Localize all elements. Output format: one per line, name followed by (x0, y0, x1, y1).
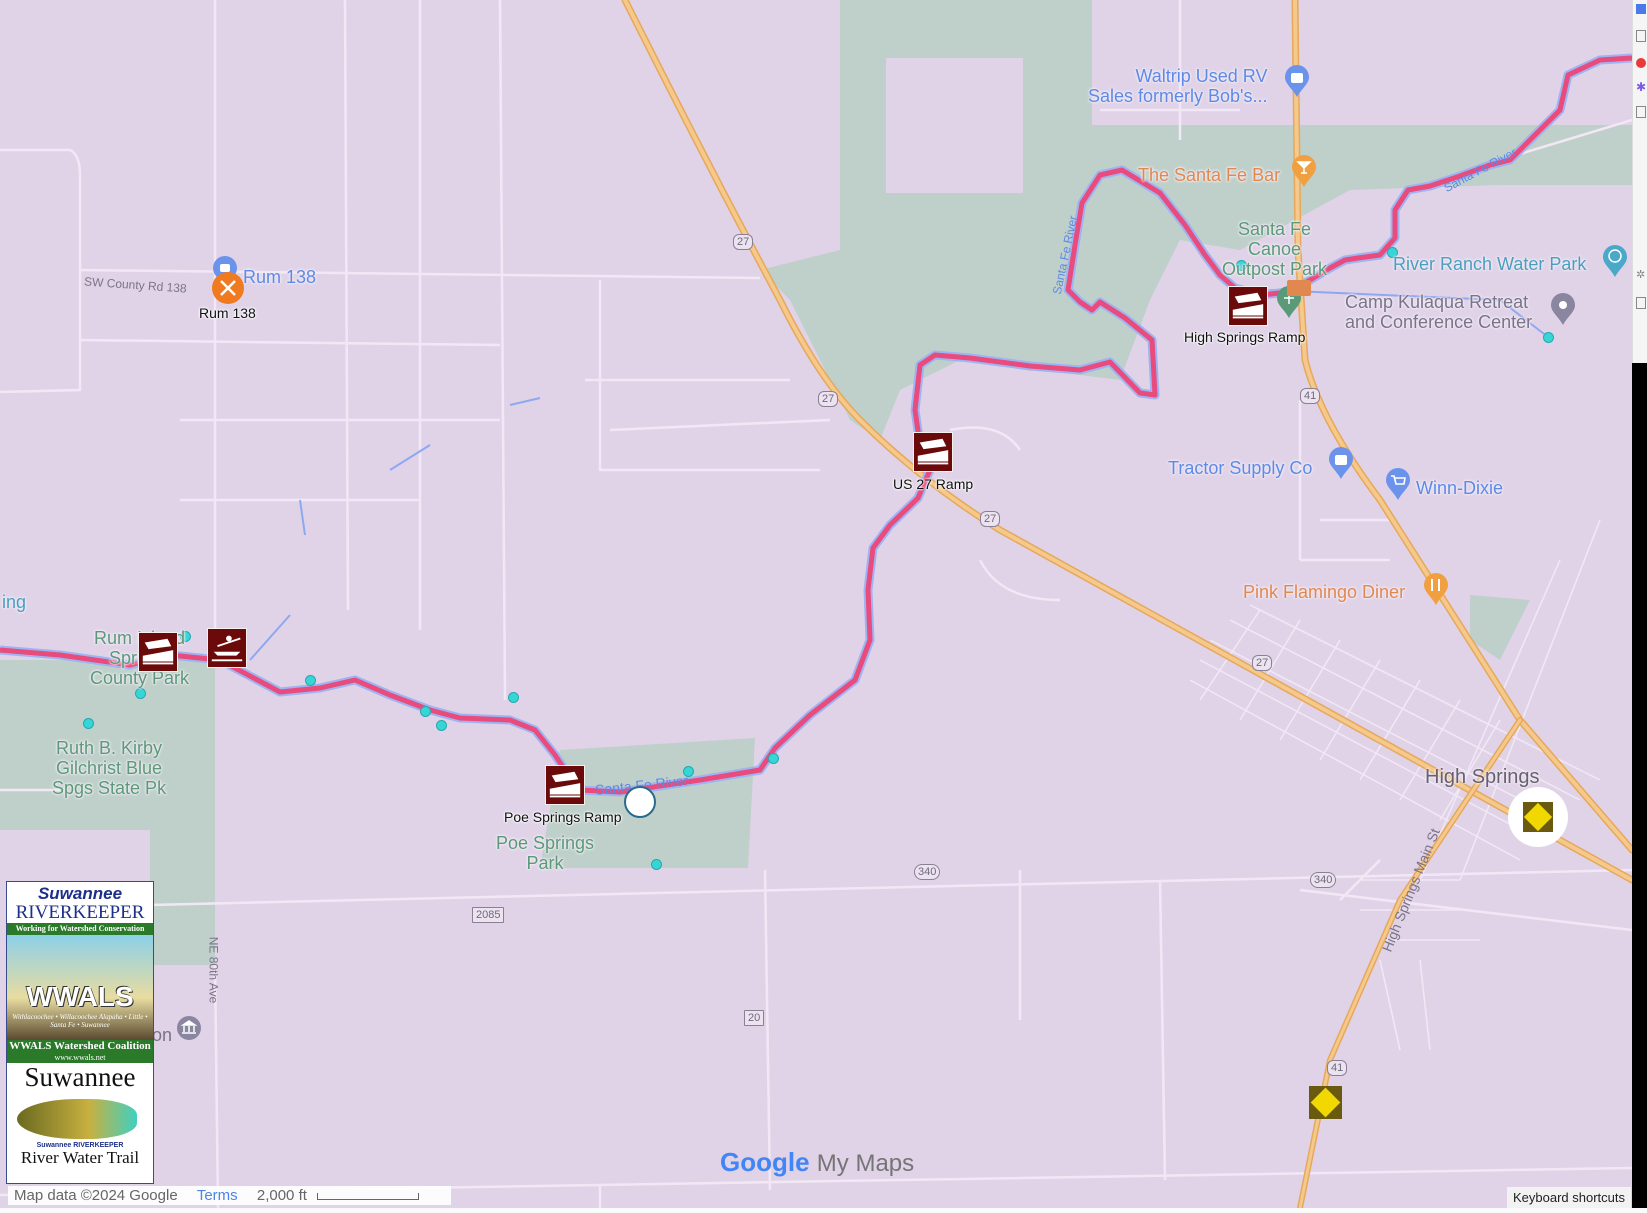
route-marker-us27-ramp[interactable] (913, 432, 953, 472)
warning-sign-icon[interactable] (1309, 1086, 1342, 1119)
place-label-partial: ing (2, 592, 27, 612)
checkbox-icon[interactable] (1636, 30, 1646, 42)
shopping-pin-icon[interactable] (1328, 446, 1354, 480)
spring-dot[interactable] (1543, 332, 1554, 343)
place-label-partial: on (152, 1025, 173, 1045)
camping-marker-icon[interactable] (624, 786, 656, 818)
government-pin-icon[interactable] (176, 1015, 202, 1049)
route-marker-label: Rum 138 (199, 305, 256, 321)
place-label-pink-flamingo[interactable]: Pink Flamingo Diner (1243, 582, 1405, 602)
kayak-icon (211, 635, 243, 662)
highway-shield-us27: 27 (980, 511, 1001, 527)
route-marker-label: Poe Springs Ramp (504, 809, 622, 825)
map-data-attribution: Map data ©2024 Google (14, 1187, 178, 1204)
logo-coalition: WWALS Watershed Coalition www.wwals.net (7, 1040, 153, 1063)
logo-riverkeeper: RIVERKEEPER (15, 902, 145, 923)
route-marker-rum-138[interactable] (212, 272, 244, 304)
spring-dot[interactable] (83, 718, 94, 729)
spring-dot[interactable] (651, 859, 662, 870)
place-label-tractor-supply[interactable]: Tractor Supply Co (1168, 458, 1312, 478)
warning-sign-icon (1523, 802, 1553, 832)
place-label-winn-dixie[interactable]: Winn-Dixie (1416, 478, 1503, 498)
spring-dot[interactable] (436, 720, 447, 731)
spring-dot[interactable] (135, 688, 146, 699)
spring-dot[interactable] (420, 706, 431, 717)
highway-shield-cr2085: 2085 (472, 907, 505, 923)
shopping-pin-icon[interactable] (1284, 64, 1310, 98)
road-label-ne-80th: NE 80th Ave (206, 936, 221, 1004)
place-label-rum-138[interactable]: Rum 138 (243, 267, 316, 287)
highway-shield-us27: 27 (1252, 655, 1273, 671)
boat-ramp-icon (917, 438, 949, 465)
spring-dot[interactable] (305, 675, 316, 686)
checkbox-icon[interactable] (1636, 106, 1646, 118)
bar-pin-icon[interactable] (1291, 154, 1317, 188)
boat-ramp-icon (549, 771, 581, 798)
route-marker-kayak-launch[interactable] (207, 628, 247, 668)
highway-shield-us27: 27 (818, 391, 839, 407)
panel-icon[interactable] (1636, 4, 1646, 14)
layer-style-icon[interactable]: ✱ (1636, 81, 1646, 93)
spring-dot[interactable] (768, 753, 779, 764)
logo-tagline: Working for Watershed Conservation (7, 923, 153, 935)
highway-shield-cr20: 20 (744, 1010, 765, 1026)
logo-trail-subtitle: River Water Trail (20, 1148, 140, 1167)
keyboard-shortcuts-button[interactable]: Keyboard shortcuts (1506, 1187, 1631, 1208)
terms-link[interactable]: Terms (197, 1187, 238, 1204)
scale-label[interactable]: 2,000 ft (257, 1187, 307, 1204)
spring-dot[interactable] (508, 692, 519, 703)
logo-bass-image: Suwannee RIVERKEEPER (7, 1091, 153, 1149)
route-marker-label: High Springs Ramp (1184, 329, 1306, 345)
route-marker-label: US 27 Ramp (893, 476, 974, 492)
route-marker-high-springs-ramp[interactable] (1228, 286, 1268, 326)
logo-title: Suwannee (37, 884, 123, 903)
boat-ramp-icon (1232, 292, 1264, 319)
place-label-santa-fe-bar[interactable]: The Santa Fe Bar (1138, 165, 1280, 185)
highway-shield-us41: 41 (1327, 1060, 1348, 1076)
paddle-icon (220, 280, 236, 296)
map-attribution-bar: Map data ©2024 Google Terms 2,000 ft (8, 1186, 451, 1205)
warning-marker[interactable] (1508, 787, 1568, 847)
bridge-icon (1287, 280, 1311, 296)
place-label-camp-kulaqua[interactable]: Camp Kulaqua Retreat and Conference Cent… (1345, 292, 1532, 332)
window-bottom-edge (0, 1208, 1647, 1213)
map-canvas[interactable]: 27 27 27 27 41 41 340 340 2085 20 SW Cou… (0, 0, 1632, 1208)
boat-ramp-icon (142, 638, 174, 665)
map-base-layer (0, 0, 1632, 1208)
place-label-waltrip[interactable]: Waltrip Used RV Sales formerly Bob's... (1088, 66, 1268, 106)
wwals-logo[interactable]: Suwannee RIVERKEEPER Working for Watersh… (6, 881, 154, 1184)
highway-shield-us41: 41 (1300, 388, 1321, 404)
scale-bar[interactable] (317, 1192, 420, 1200)
place-label-canoe-outpost[interactable]: Santa Fe Canoe Outpost Park (1222, 219, 1327, 279)
logo-heron-image: WWALS Withlacoochee • Willacoochee Alapa… (7, 935, 153, 1040)
logo-trail-title: Suwannee (24, 1062, 136, 1092)
highway-shield-sr340: 340 (1310, 872, 1337, 888)
place-label-ruth-kirby[interactable]: Ruth B. Kirby Gilchrist Blue Spgs State … (52, 738, 166, 798)
place-pin-icon[interactable] (1550, 292, 1576, 326)
google-my-maps-logo: Google My Maps (720, 1147, 915, 1177)
place-label-river-ranch[interactable]: River Ranch Water Park (1393, 254, 1586, 274)
route-marker-rum-island-ramp[interactable] (138, 632, 178, 672)
checkbox-icon[interactable] (1636, 297, 1646, 309)
collapsed-side-panel[interactable]: ✱ ✲ (1632, 0, 1647, 363)
highway-shield-sr340: 340 (914, 864, 941, 880)
water-park-pin-icon[interactable] (1602, 244, 1628, 278)
route-marker-poe-springs-ramp[interactable] (545, 765, 585, 805)
grocery-cart-pin-icon[interactable] (1385, 467, 1411, 501)
city-label-high-springs: High Springs (1425, 766, 1540, 788)
layer-color-icon[interactable] (1636, 58, 1646, 68)
restaurant-pin-icon[interactable] (1423, 572, 1449, 606)
settings-icon[interactable]: ✲ (1636, 268, 1645, 281)
place-label-poe-springs-park[interactable]: Poe Springs Park (496, 833, 594, 873)
park-inner-clearing (886, 58, 1023, 193)
highway-shield-us27: 27 (733, 234, 754, 250)
